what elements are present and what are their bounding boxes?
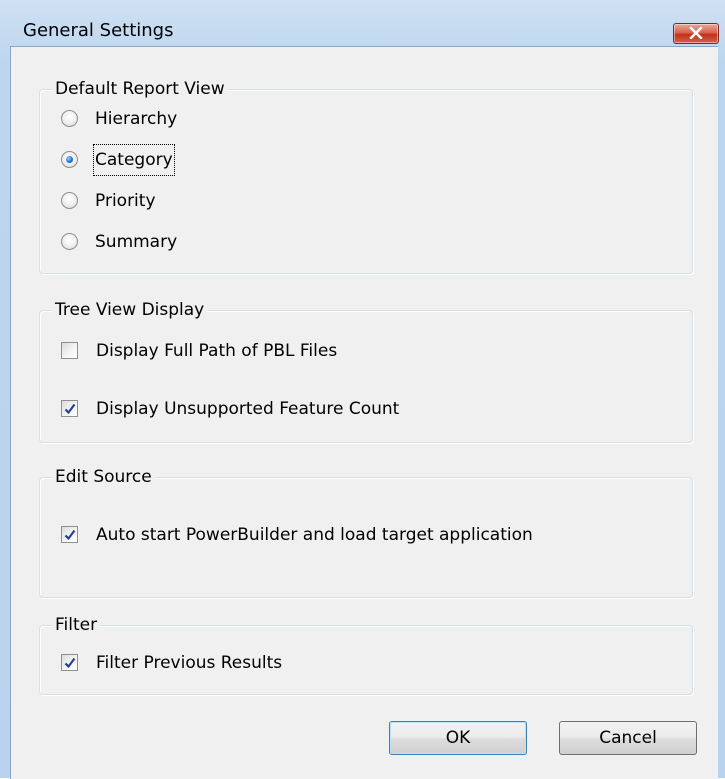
radio-button[interactable] bbox=[61, 192, 78, 209]
checkbox-checked[interactable] bbox=[61, 526, 78, 543]
radio-hierarchy[interactable]: Hierarchy bbox=[60, 105, 260, 133]
dialog-client-area: Default Report View Hierarchy Category P… bbox=[10, 46, 718, 779]
edit-source-label: Edit Source bbox=[52, 466, 155, 488]
checkbox-auto-start[interactable]: Auto start PowerBuilder and load target … bbox=[61, 521, 661, 549]
edit-source-group: Edit Source Auto start PowerBuilder and … bbox=[39, 466, 693, 598]
radio-category-label: Category bbox=[93, 144, 175, 176]
close-button[interactable] bbox=[673, 23, 719, 44]
radio-priority-label: Priority bbox=[95, 191, 156, 211]
auto-start-label: Auto start PowerBuilder and load target … bbox=[96, 525, 533, 545]
filter-group: Filter Filter Previous Results bbox=[39, 614, 693, 695]
radio-selected-dot bbox=[66, 156, 73, 163]
checkbox-display-unsupported-count[interactable]: Display Unsupported Feature Count bbox=[61, 395, 501, 423]
close-icon bbox=[689, 27, 703, 39]
window-title: General Settings bbox=[23, 20, 174, 41]
default-report-view-label: Default Report View bbox=[52, 78, 228, 100]
checkbox-checked[interactable] bbox=[61, 400, 78, 417]
radio-summary[interactable]: Summary bbox=[60, 228, 260, 256]
filter-previous-label: Filter Previous Results bbox=[96, 653, 283, 673]
tree-view-display-group: Tree View Display Display Full Path of P… bbox=[39, 299, 693, 443]
checkmark-icon bbox=[64, 657, 76, 669]
checkbox-checked[interactable] bbox=[61, 654, 78, 671]
cancel-button[interactable]: Cancel bbox=[559, 721, 697, 755]
dialog-window: General Settings Default Report View Hie… bbox=[0, 0, 725, 779]
tree-view-display-label: Tree View Display bbox=[52, 299, 208, 321]
checkmark-icon bbox=[64, 529, 76, 541]
checkmark-icon bbox=[64, 403, 76, 415]
radio-button[interactable] bbox=[61, 110, 78, 127]
radio-category[interactable]: Category bbox=[60, 144, 260, 176]
radio-button-selected[interactable] bbox=[61, 151, 78, 168]
radio-priority[interactable]: Priority bbox=[60, 187, 260, 215]
radio-button[interactable] bbox=[61, 233, 78, 250]
checkbox-unchecked[interactable] bbox=[61, 342, 78, 359]
ok-button[interactable]: OK bbox=[389, 721, 527, 755]
display-full-path-label: Display Full Path of PBL Files bbox=[96, 341, 338, 361]
filter-label: Filter bbox=[52, 614, 101, 636]
radio-hierarchy-label: Hierarchy bbox=[95, 109, 178, 129]
default-report-view-group: Default Report View Hierarchy Category P… bbox=[39, 78, 693, 274]
checkbox-display-full-path[interactable]: Display Full Path of PBL Files bbox=[61, 337, 461, 365]
checkbox-filter-previous[interactable]: Filter Previous Results bbox=[61, 649, 361, 677]
title-bar[interactable]: General Settings bbox=[0, 0, 725, 46]
display-unsupported-count-label: Display Unsupported Feature Count bbox=[96, 399, 400, 419]
radio-summary-label: Summary bbox=[95, 232, 178, 252]
